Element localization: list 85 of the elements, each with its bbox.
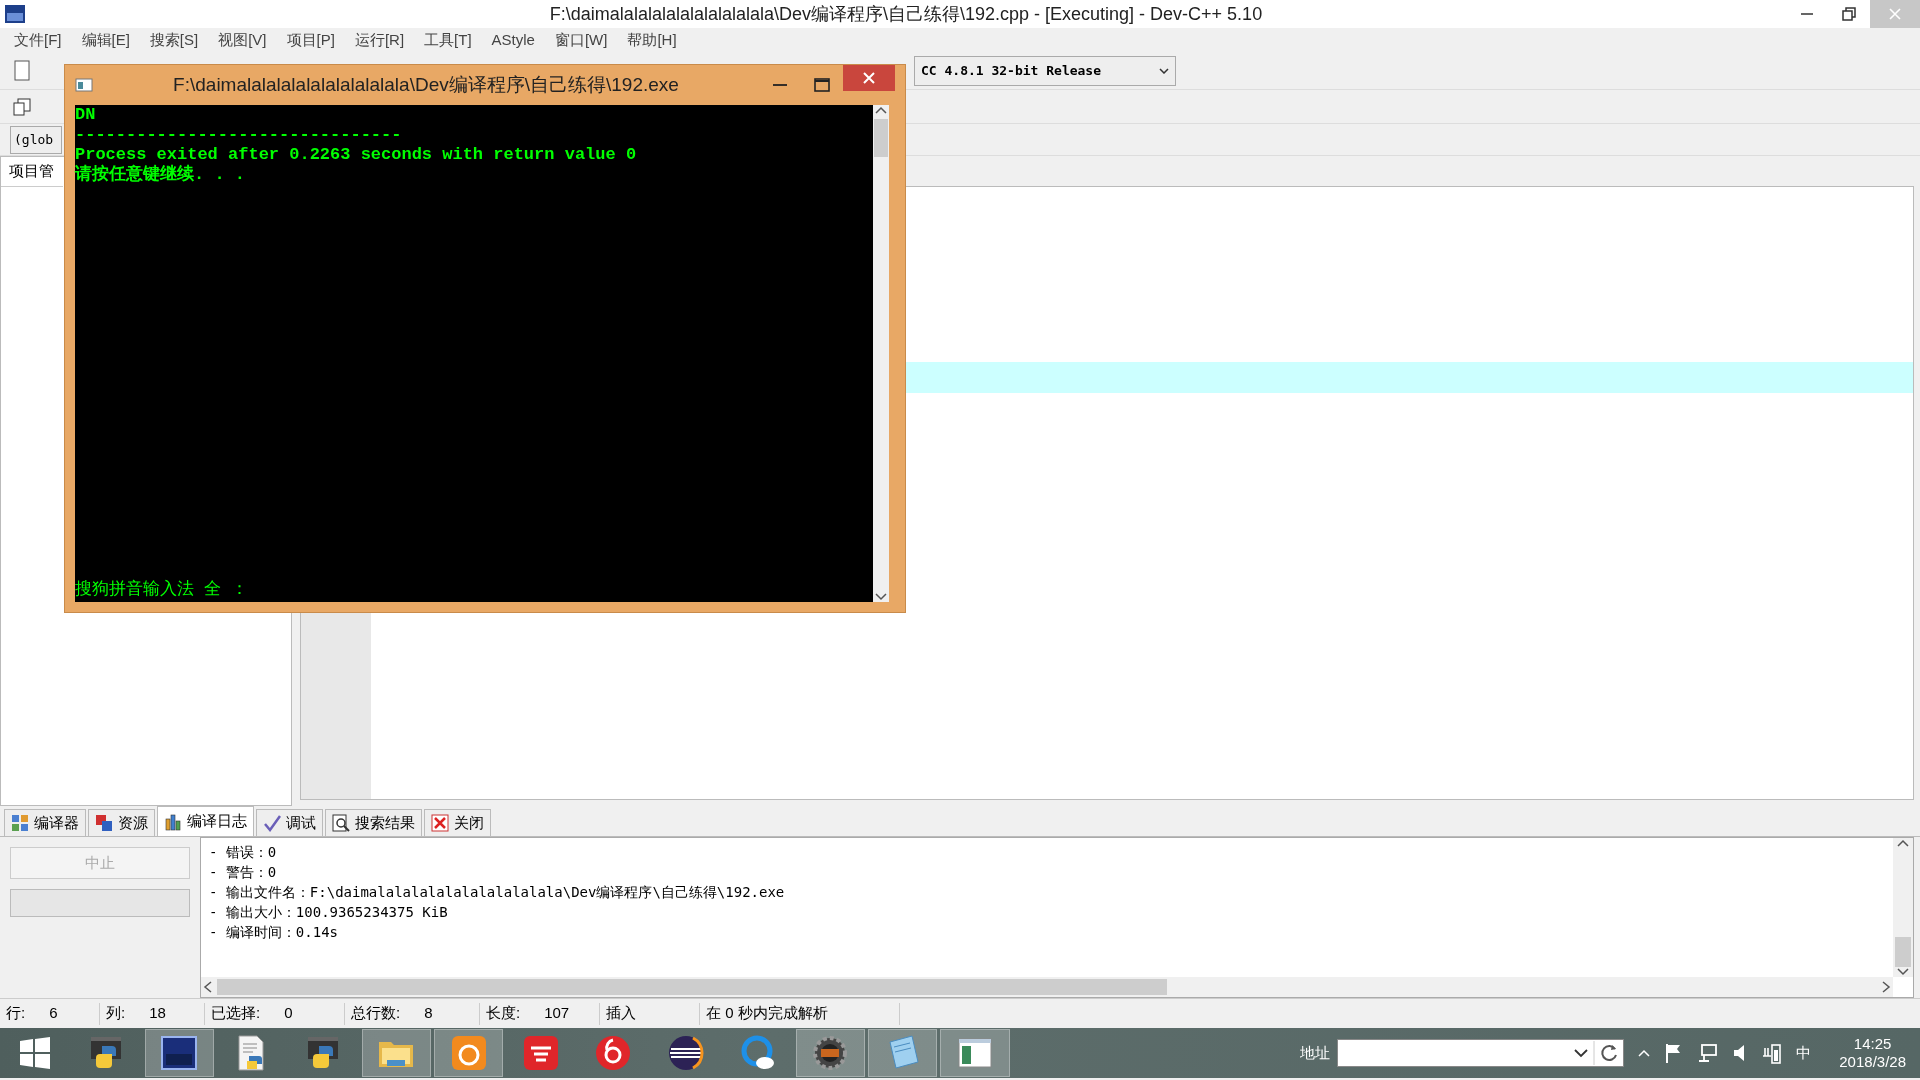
scrollbar-thumb[interactable] — [217, 979, 1167, 995]
status-label: 已选择: — [211, 1003, 261, 1024]
panel-tab[interactable]: 资源 — [88, 809, 155, 836]
swirl-icon — [594, 1034, 633, 1072]
windows-logo-icon — [17, 1036, 52, 1070]
panel-tab[interactable]: 编译日志 — [157, 806, 254, 836]
console-line: -------------------------------- — [75, 125, 403, 145]
status-value: 18 — [149, 1003, 166, 1024]
window-title: F:\daimalalalalalalalalalalala\Dev编译程序\自己练得\192.exe — [172, 72, 680, 97]
log-line: - 错误：0 — [209, 843, 278, 862]
log-line: - 编译时间：0.14s — [209, 923, 339, 942]
restore-icon — [1842, 7, 1856, 21]
battery-icon[interactable] — [1762, 1042, 1783, 1064]
menu-item[interactable]: 运行[R] — [344, 28, 415, 52]
close-icon — [1889, 8, 1901, 20]
panel-tab[interactable]: 调试 — [256, 809, 323, 836]
menu-item[interactable]: 帮助[H] — [617, 28, 687, 52]
panel-tab[interactable]: 搜索结果 — [325, 809, 422, 836]
status-value: 107 — [544, 1003, 570, 1024]
status-label: 长度: — [486, 1003, 521, 1024]
grid-icon — [11, 814, 29, 832]
search-icon — [332, 814, 350, 832]
status-label: 插入 — [606, 1003, 636, 1024]
console-line: 请按任意键继续. . . — [75, 165, 246, 185]
dropdown-caret-icon — [1159, 67, 1169, 74]
compiler-select[interactable]: CC 4.8.1 32-bit Release — [914, 55, 1176, 86]
horizontal-scrollbar[interactable] — [201, 977, 1893, 997]
vertical-scrollbar[interactable] — [873, 105, 889, 602]
flag-icon[interactable] — [1664, 1043, 1683, 1063]
scroll-up-icon[interactable] — [1897, 838, 1909, 848]
stacked-squares-icon — [95, 814, 113, 832]
scroll-down-icon[interactable] — [1897, 967, 1909, 977]
window-title: F:\daimalalalalalalalalalalala\Dev编译程序\自己练得\192.cpp - [Executing] - Dev-C++ 5.10 — [548, 2, 1264, 26]
app-icon — [4, 4, 26, 24]
network-icon[interactable] — [1696, 1043, 1719, 1063]
minimize-icon — [1801, 13, 1813, 15]
minimize-icon — [773, 84, 787, 86]
striped-tile-icon — [522, 1034, 561, 1072]
log-line: - 输出大小：100.9365234375 KiB — [209, 903, 449, 922]
select-value: CC 4.8.1 32-bit Release — [921, 61, 1101, 80]
menu-item[interactable]: 搜索[S] — [139, 28, 209, 52]
ime-status: 搜狗拼音输入法 全 ： — [75, 580, 250, 600]
clock-time: 14:25 — [1852, 1035, 1893, 1053]
menu-item[interactable]: 视图[V] — [208, 28, 277, 52]
input-method-indicator[interactable]: 中 — [1796, 1041, 1812, 1065]
scroll-up-icon[interactable] — [875, 105, 887, 115]
menu-item[interactable]: 编辑[E] — [71, 28, 140, 52]
status-label: 列: — [106, 1003, 126, 1024]
console-line: Process exited after 0.2263 seconds with return value 0 — [75, 145, 638, 164]
status-label: 在 0 秒内完成解析 — [706, 1003, 828, 1024]
close-button[interactable] — [843, 65, 895, 91]
status-label: 总行数: — [351, 1003, 401, 1024]
address-field[interactable] — [1337, 1039, 1625, 1067]
menu-item[interactable]: 工具[T] — [414, 28, 482, 52]
status-value: 8 — [424, 1003, 433, 1024]
menu-item[interactable]: 文件[F] — [4, 28, 72, 52]
maximize-icon — [814, 78, 830, 92]
clock-date: 2018/3/28 — [1839, 1053, 1906, 1071]
scrollbar-thumb[interactable] — [874, 119, 888, 157]
taskbar-button[interactable] — [795, 1029, 866, 1077]
menu-item[interactable]: 窗口[W] — [544, 28, 618, 52]
log-line: - 警告：0 — [209, 863, 278, 882]
log-line: - 输出文件名：F:\daimalalalalalalalalalalala\Dev编译程序\自己练得\192.exe — [209, 883, 786, 902]
vertical-scrollbar[interactable] — [1893, 838, 1913, 977]
menu-item[interactable]: AStyle — [481, 28, 545, 52]
panel-tab[interactable]: 编译器 — [4, 809, 86, 836]
close-icon — [431, 814, 449, 832]
scope-select[interactable]: (glob — [10, 125, 62, 154]
gear-icon — [811, 1034, 850, 1072]
console-icon — [75, 78, 93, 92]
scroll-down-icon[interactable] — [875, 592, 887, 602]
striped-circle-icon — [666, 1034, 705, 1072]
panel-tab[interactable]: 关闭 — [424, 809, 491, 836]
taskbar-button[interactable] — [144, 1029, 214, 1077]
status-value: 0 — [284, 1003, 293, 1024]
bar-chart-icon — [164, 812, 182, 831]
scrollbar-thumb[interactable] — [1895, 937, 1911, 967]
chevron-up-icon[interactable] — [1638, 1049, 1651, 1057]
status-label: 行: — [6, 1003, 26, 1024]
status-value: 6 — [49, 1003, 58, 1024]
address-label: 地址 — [1300, 1042, 1330, 1063]
close-icon — [862, 71, 876, 85]
check-icon — [263, 814, 281, 832]
menu-item[interactable]: 项目[P] — [276, 28, 345, 52]
console-line: DN — [75, 105, 97, 125]
